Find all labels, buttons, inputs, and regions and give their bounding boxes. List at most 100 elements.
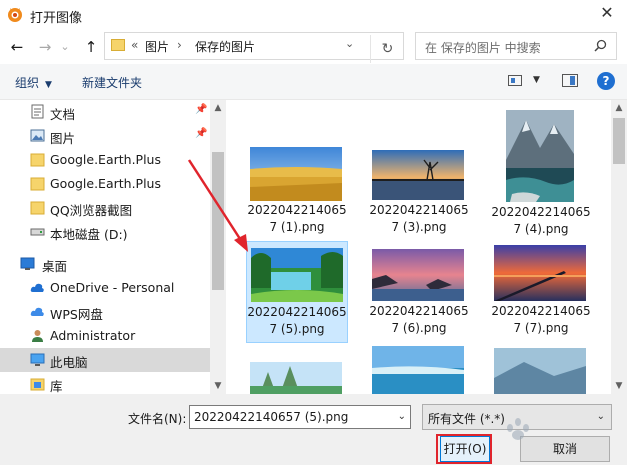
folder-icon	[111, 39, 125, 51]
navigation-pane: 文档 📌 图片 📌 Google.Earth.Plus Google.Earth…	[0, 100, 210, 394]
up-button[interactable]: ↑	[80, 36, 102, 58]
chevron-down-icon[interactable]: ⌄	[398, 411, 406, 422]
scroll-up-icon[interactable]: ▲	[210, 100, 226, 116]
image-thumbnail[interactable]	[494, 348, 586, 394]
sidebar-item-wps-cloud[interactable]: WPS网盘	[0, 300, 210, 324]
document-icon	[31, 104, 44, 119]
address-dropdown-icon[interactable]: ⌄	[345, 37, 354, 50]
cloud-icon	[30, 307, 44, 316]
sidebar-item-label: Administrator	[50, 328, 136, 343]
close-icon: ✕	[600, 3, 614, 22]
close-button[interactable]: ✕	[587, 0, 627, 26]
breadcrumb-saved-pictures[interactable]: 保存的图片	[195, 38, 255, 55]
sidebar-item-library[interactable]: 库	[0, 372, 210, 394]
sidebar-item-google-earth-plus-2[interactable]: Google.Earth.Plus	[0, 172, 210, 196]
dialog-footer: 文件名(N): 20220422140657 (5).png ⌄ 所有文件 (*…	[0, 394, 627, 465]
filename-field[interactable]: 20220422140657 (5).png ⌄	[189, 405, 411, 429]
file-name: 20220422140657 (1).png	[247, 203, 347, 234]
file-type-select[interactable]: 所有文件 (*.*) ⌄	[422, 404, 612, 430]
sidebar-item-documents[interactable]: 文档 📌	[0, 100, 210, 124]
sidebar-item-qq-browser-screenshots[interactable]: QQ浏览器截图	[0, 196, 210, 220]
cloud-icon	[30, 283, 44, 292]
search-input[interactable]: 在 保存的图片 中搜索	[415, 32, 617, 60]
user-icon	[32, 330, 43, 342]
title-bar: 打开图像 ✕	[0, 0, 627, 30]
sidebar-item-desktop[interactable]: 桌面	[0, 252, 210, 276]
sidebar-item-label: 本地磁盘 (D:)	[50, 227, 128, 242]
image-thumbnail[interactable]	[250, 362, 342, 394]
image-thumbnail	[251, 248, 343, 302]
chevron-down-icon: ⌄	[60, 40, 70, 53]
sidebar-item-label: WPS网盘	[50, 307, 103, 322]
image-thumbnail	[250, 147, 342, 201]
search-placeholder: 在 保存的图片 中搜索	[425, 41, 541, 55]
chevron-down-icon: ⌄	[596, 411, 605, 422]
sidebar-item-label: QQ浏览器截图	[50, 203, 133, 218]
sidebar-item-label: OneDrive - Personal	[50, 280, 175, 295]
refresh-button[interactable]: ↻	[370, 35, 404, 63]
sidebar-item-administrator[interactable]: Administrator	[0, 324, 210, 348]
address-bar[interactable]: « 图片 › 保存的图片 ⌄ ↻	[104, 32, 404, 63]
file-tile[interactable]: 20220422140657 (3).png	[368, 140, 470, 242]
image-thumbnail[interactable]	[372, 346, 464, 394]
folder-icon	[30, 177, 45, 191]
cancel-button[interactable]: 取消	[520, 436, 610, 462]
scroll-down-icon[interactable]: ▼	[611, 378, 627, 394]
preview-pane-icon[interactable]	[562, 74, 578, 87]
content-scrollbar[interactable]: ▲ ▼	[611, 100, 627, 394]
scroll-down-icon[interactable]: ▼	[210, 378, 226, 394]
app-logo-icon	[8, 8, 22, 22]
scrollbar-thumb[interactable]	[212, 152, 224, 290]
pictures-icon	[30, 129, 45, 142]
scrollbar-thumb[interactable]	[613, 118, 625, 164]
back-arrow-icon: ←	[10, 38, 24, 56]
navigation-bar: ← → ⌄ ↑ « 图片 › 保存的图片 ⌄ ↻ 在 保存的图片 中搜索	[0, 30, 627, 64]
computer-icon	[30, 353, 45, 366]
file-tile[interactable]: 20220422140657 (6).png	[368, 241, 470, 343]
recent-locations-button[interactable]: ⌄	[58, 36, 72, 58]
file-name: 20220422140657 (6).png	[369, 304, 469, 335]
sidebar-item-label: 桌面	[42, 259, 68, 274]
up-arrow-icon: ↑	[84, 38, 98, 56]
window-title: 打开图像	[30, 11, 83, 26]
breadcrumb-overflow[interactable]: «	[131, 38, 138, 52]
new-folder-button[interactable]: 新建文件夹	[82, 74, 142, 91]
sidebar-item-pictures[interactable]: 图片 📌	[0, 124, 210, 148]
sidebar-item-this-pc[interactable]: 此电脑	[0, 348, 210, 372]
refresh-icon: ↻	[381, 41, 394, 57]
open-button[interactable]: 打开(O)	[440, 436, 490, 462]
file-tile-selected[interactable]: 20220422140657 (5).png	[246, 241, 348, 343]
file-name: 20220422140657 (7).png	[491, 304, 591, 335]
sidebar-item-google-earth-plus-1[interactable]: Google.Earth.Plus	[0, 148, 210, 172]
sidebar-item-label: 库	[50, 379, 63, 394]
file-tile[interactable]: 20220422140657 (1).png	[246, 140, 348, 242]
sidebar-item-label: Google.Earth.Plus	[50, 152, 161, 167]
navigation-pane-scrollbar[interactable]: ▲ ▼	[210, 100, 226, 394]
caret-down-icon: ▼	[45, 80, 52, 90]
scroll-up-icon[interactable]: ▲	[611, 100, 627, 116]
forward-button[interactable]: →	[34, 36, 56, 58]
back-button[interactable]: ←	[6, 36, 28, 58]
image-thumbnail	[506, 110, 574, 202]
sidebar-item-label: 文档	[50, 107, 76, 122]
folder-icon	[30, 153, 45, 167]
breadcrumb-pictures[interactable]: 图片	[145, 38, 169, 55]
sidebar-item-label: Google.Earth.Plus	[50, 176, 161, 191]
view-options-caret-icon[interactable]: ▼	[533, 75, 540, 85]
file-list: 20220422140657 (1).png 20220422140657 (3…	[226, 100, 611, 394]
organize-menu[interactable]: 组织 ▼	[15, 74, 52, 91]
sidebar-item-label: 图片	[50, 131, 76, 146]
drive-icon	[30, 228, 45, 236]
breadcrumb-separator: ›	[177, 38, 182, 52]
view-mode-icon[interactable]	[508, 75, 522, 86]
help-icon[interactable]: ?	[597, 72, 615, 90]
pin-icon: 📌	[195, 104, 208, 115]
pin-icon: 📌	[195, 128, 208, 139]
sidebar-item-local-disk-d[interactable]: 本地磁盘 (D:)	[0, 220, 210, 244]
file-tile[interactable]: 20220422140657 (4).png	[490, 100, 592, 236]
command-toolbar: 组织 ▼ 新建文件夹 ▼ ?	[0, 64, 627, 100]
filename-label: 文件名(N):	[128, 412, 187, 426]
image-thumbnail	[372, 249, 464, 301]
file-tile[interactable]: 20220422140657 (7).png	[490, 241, 592, 343]
sidebar-item-onedrive[interactable]: OneDrive - Personal	[0, 276, 210, 300]
